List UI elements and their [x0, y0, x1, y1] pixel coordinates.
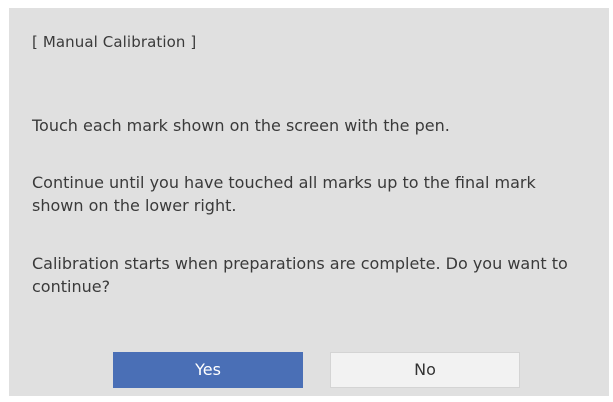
manual-calibration-dialog: [ Manual Calibration ] Touch each mark s… — [9, 8, 609, 396]
no-button[interactable]: No — [330, 352, 520, 388]
dialog-title: [ Manual Calibration ] — [32, 33, 197, 51]
instruction-touch-marks: Touch each mark shown on the screen with… — [32, 116, 450, 135]
instruction-continue-until-final: Continue until you have touched all mark… — [32, 173, 536, 215]
yes-button[interactable]: Yes — [113, 352, 303, 388]
confirmation-question: Calibration starts when preparations are… — [32, 254, 568, 296]
